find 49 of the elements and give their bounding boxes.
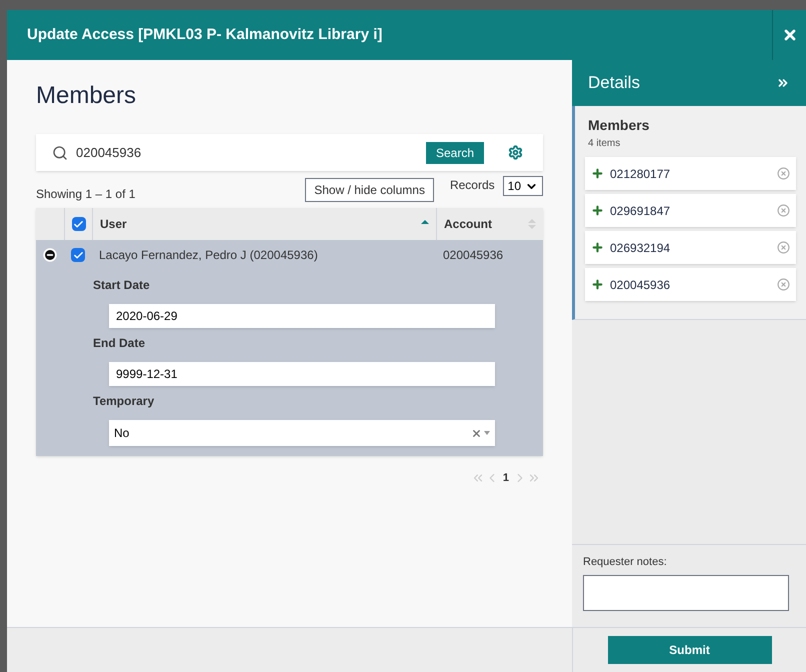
collapse-panel-icon[interactable] (776, 76, 790, 90)
remove-icon[interactable] (777, 167, 790, 180)
search-field[interactable]: 020045936 (76, 142, 418, 162)
showing-count: Showing 1 – 1 of 1 (36, 186, 136, 203)
settings-icon[interactable] (508, 145, 523, 160)
item-count: 4 items (588, 137, 622, 151)
select-field[interactable]: No (109, 420, 495, 446)
section-title: Members (588, 116, 650, 135)
collapse-icon[interactable] (43, 248, 57, 262)
field-label: Start Date (93, 277, 151, 294)
notes-field[interactable] (583, 575, 789, 611)
column-header[interactable]: User (92, 208, 436, 240)
window-title: Update Access [PMKL03 P- Kalmanovitz Library i] (27, 24, 382, 45)
table-cell-text: 020045936 (442, 247, 504, 264)
checkmark-icon (73, 218, 84, 230)
member-item[interactable]: 020045936 (585, 268, 796, 301)
records-select[interactable]: 10 (502, 176, 543, 196)
close-icon (782, 27, 798, 43)
plus-icon (591, 204, 604, 217)
page-heading: Members (36, 81, 138, 111)
field-label: Temporary (93, 393, 156, 410)
search-button[interactable]: Search (426, 142, 484, 164)
search-bar[interactable]: 020045936 Search (36, 134, 543, 171)
checkbox[interactable] (71, 248, 85, 262)
field-label: End Date (93, 335, 146, 352)
clear-icon[interactable] (471, 428, 482, 438)
notes-label: Requester notes: (583, 554, 668, 570)
search-icon (52, 144, 68, 160)
member-item[interactable]: 021280177 (585, 157, 796, 190)
columns-button[interactable]: Show / hide columns (305, 178, 434, 202)
submit-button[interactable]: Submit (608, 636, 772, 664)
checkmark-icon (72, 250, 84, 260)
plus-icon (591, 167, 604, 180)
remove-icon[interactable] (777, 241, 790, 254)
page-number[interactable]: 1 (502, 470, 509, 486)
plus-icon (591, 241, 604, 254)
member-item[interactable]: 026932194 (585, 231, 796, 264)
remove-icon[interactable] (777, 204, 790, 217)
date-field[interactable]: 2020-06-29 (109, 304, 495, 328)
checkbox[interactable] (72, 217, 86, 231)
plus-icon (591, 278, 604, 291)
table-cell-text: Lacayo Fernandez, Pedro J (020045936) (98, 247, 319, 264)
date-field[interactable]: 9999-12-31 (109, 362, 495, 386)
details-title: Details (588, 72, 640, 94)
records-label: Records (450, 177, 495, 194)
column-header[interactable]: Account (436, 208, 543, 240)
dropdown-icon[interactable] (484, 431, 490, 435)
remove-icon[interactable] (777, 278, 790, 291)
member-item[interactable]: 029691847 (585, 194, 796, 227)
